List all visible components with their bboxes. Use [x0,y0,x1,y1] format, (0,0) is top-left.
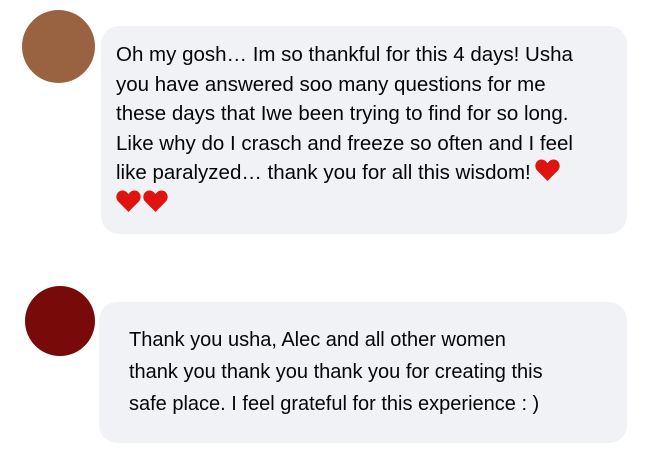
comment-text-line-with-emoji: like paralyzed… thank you for all this w… [116,158,617,188]
avatar[interactable] [25,286,95,356]
comment-text: like paralyzed… thank you for all this w… [116,161,531,184]
comment-text-line: these days that Iwe been trying to find … [116,102,569,125]
heart-icon [143,189,168,213]
avatar[interactable] [22,10,95,83]
comment-text-line: Like why do I crasch and freeze so often… [116,131,573,155]
emoji-row [116,186,617,215]
comment-bubble: Oh my gosh… Im so thankful for this 4 da… [101,26,627,234]
comment-bubble: Thank you usha, Alec and all other women… [99,302,627,443]
comment-text-line: thank you thank you thank you for creati… [129,361,543,383]
comment-text-line: safe place. I feel grateful for this exp… [129,393,540,415]
comment-text-line: Thank you usha, Alec and all other women [129,329,506,351]
heart-icon [116,189,141,213]
comment-text-line: you have answered soo many questions for… [116,72,546,96]
comment-text-line: Oh my gosh… Im so thankful for this 4 da… [116,43,573,66]
heart-icon [535,158,560,182]
